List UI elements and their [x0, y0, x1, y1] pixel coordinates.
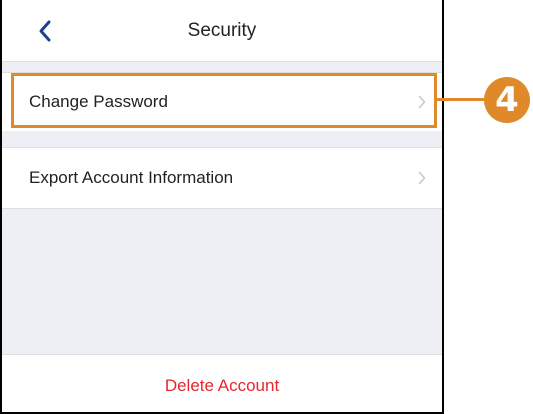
chevron-right-icon	[418, 171, 426, 185]
export-account-information-row[interactable]: Export Account Information	[2, 149, 442, 207]
change-password-label: Change Password	[29, 92, 168, 111]
delete-account-button[interactable]: Delete Account	[2, 354, 442, 412]
delete-account-label: Delete Account	[164, 375, 280, 395]
navigation-bar: Security	[2, 0, 442, 62]
phone-screen: Security Change Password Export Account …	[0, 0, 444, 414]
security-options-group: Change Password Export Account Informati…	[2, 72, 442, 209]
group-gap	[2, 131, 442, 147]
change-password-row[interactable]: Change Password	[2, 73, 442, 131]
export-account-information-label: Export Account Information	[29, 168, 234, 187]
page-title: Security	[187, 20, 257, 41]
chevron-right-icon	[418, 95, 426, 109]
step-number-badge: 4	[484, 77, 530, 123]
screenshot-stage: Security Change Password Export Account …	[0, 0, 533, 414]
row-divider	[2, 147, 442, 148]
